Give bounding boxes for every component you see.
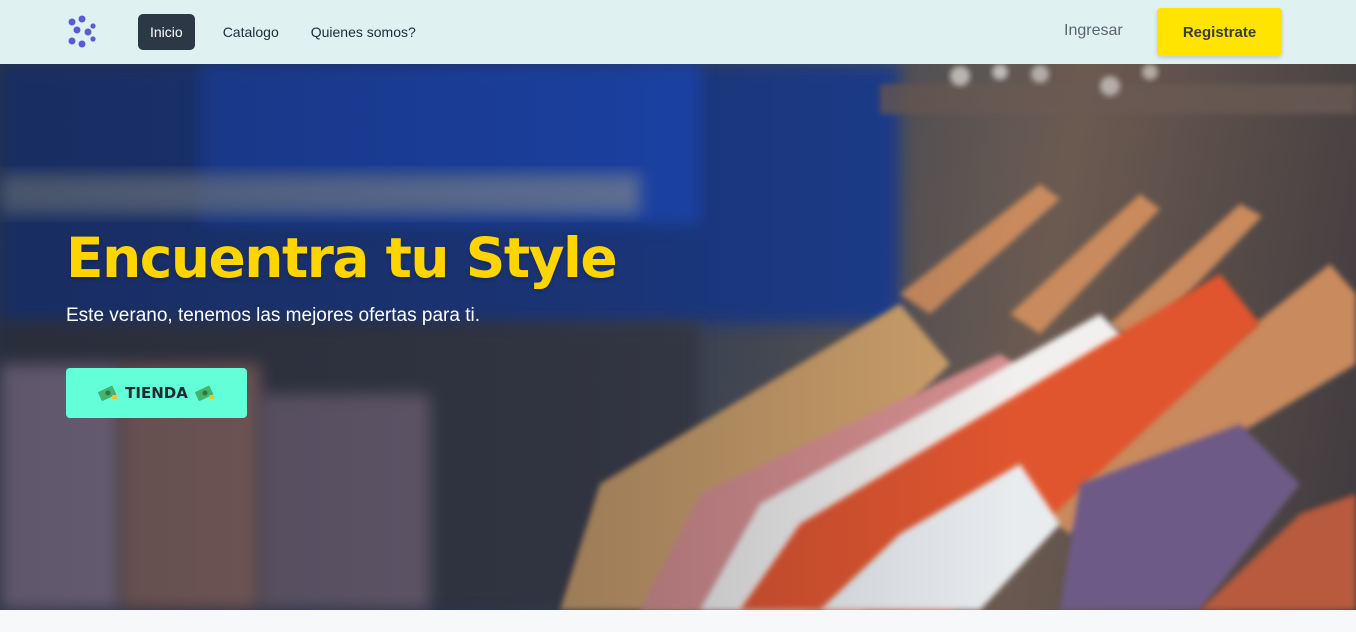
nav-link-inicio[interactable]: Inicio [138, 14, 195, 50]
hero-title: Encuentra tu Style [66, 226, 618, 290]
hero-subtitle: Este verano, tenemos las mejores ofertas… [66, 305, 480, 326]
navbar: Inicio Catalogo Quienes somos? Ingresar … [0, 0, 1356, 64]
money-icon [98, 385, 118, 401]
hero-overlay [0, 64, 1356, 610]
nav-link-catalogo[interactable]: Catalogo [211, 14, 291, 50]
page-bottom-section [0, 610, 1356, 632]
shop-button-label: TIENDA [125, 384, 188, 402]
money-icon [194, 385, 214, 401]
shop-button[interactable]: TIENDA [66, 368, 247, 418]
register-button[interactable]: Registrate [1157, 8, 1282, 56]
nav-link-quienes-somos[interactable]: Quienes somos? [299, 14, 428, 50]
main-nav: Inicio Catalogo Quienes somos? [138, 14, 428, 50]
brand-logo-icon[interactable] [64, 14, 100, 50]
login-link[interactable]: Ingresar [1064, 22, 1123, 40]
hero-banner: Encuentra tu Style Este verano, tenemos … [0, 64, 1356, 610]
